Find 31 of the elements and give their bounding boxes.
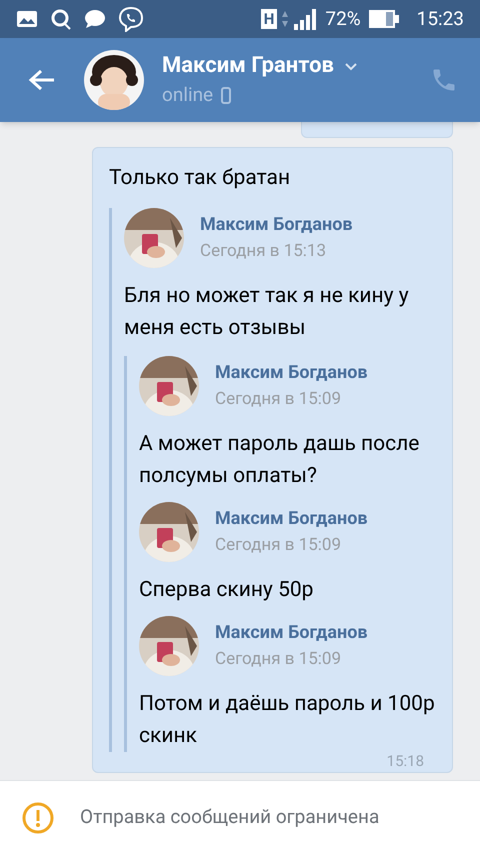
chat-bubble-icon <box>84 9 106 29</box>
message-date: Сегодня в 15:13 <box>200 240 328 263</box>
contact-name[interactable]: Максим Грантов <box>162 51 334 81</box>
chevron-down-icon <box>344 62 358 70</box>
author-name[interactable]: Максим Богданов <box>200 212 353 238</box>
phone-bubble-icon <box>118 6 144 32</box>
message-text: А может пароль дашь после полсумы оплаты? <box>139 431 420 490</box>
mobile-phone-icon <box>221 86 232 104</box>
warning-icon <box>22 802 54 834</box>
message-text: Только так братан <box>109 165 292 192</box>
message-date: Сегодня в 15:09 <box>215 388 342 411</box>
image-icon <box>16 10 38 28</box>
message-text: Сперва скину 50р <box>139 577 314 604</box>
network-type: H <box>260 9 278 29</box>
author-name[interactable]: Максим Богданов <box>215 506 368 532</box>
back-arrow-icon <box>28 68 56 92</box>
online-status: online <box>162 82 214 108</box>
battery-percent: 72% <box>325 6 361 32</box>
search-icon <box>50 8 72 30</box>
signal-icon <box>293 8 318 30</box>
message-text: Бля но может так я не кину у меня есть отзывы <box>124 283 410 342</box>
battery-icon <box>368 9 399 29</box>
message-date: Сегодня в 15:09 <box>215 648 342 671</box>
message-date: Сегодня в 15:09 <box>215 534 342 557</box>
author-name[interactable]: Максим Богданов <box>215 360 368 386</box>
restriction-notice: Отправка сообщений ограничена <box>80 804 380 830</box>
data-arrows-icon <box>281 10 290 28</box>
message-time: 15:18 <box>386 752 424 770</box>
author-name[interactable]: Максим Богданов <box>215 620 368 646</box>
clock-time: 15:23 <box>416 6 464 32</box>
message-text: Потом и даёшь пароль и 100р скинк <box>139 691 436 750</box>
